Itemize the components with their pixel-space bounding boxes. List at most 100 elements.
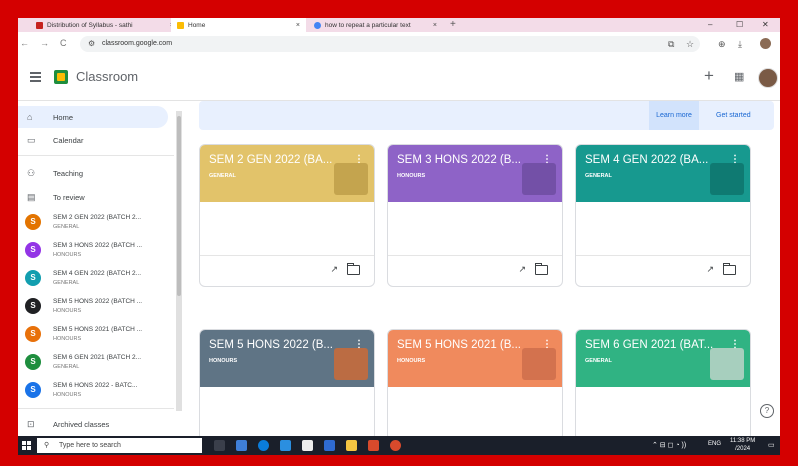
classroom-tab-icon bbox=[177, 21, 184, 29]
class-card[interactable]: SEM 6 GEN 2021 (BAT... GENERAL ⋮ bbox=[575, 329, 751, 441]
class-theme-illustration bbox=[334, 163, 368, 195]
class-avatar: S bbox=[25, 382, 41, 398]
get-started-link[interactable]: Get started bbox=[716, 101, 751, 130]
mail-icon[interactable] bbox=[324, 440, 335, 451]
sidebar-class-item[interactable]: S SEM 6 GEN 2021 (BATCH 2... GENERAL bbox=[18, 350, 176, 378]
app-icon[interactable] bbox=[368, 440, 379, 451]
store-icon[interactable] bbox=[302, 440, 313, 451]
class-card-header[interactable]: SEM 5 HONS 2021 (B... HONOURS ⋮ bbox=[388, 330, 562, 387]
tray-icons[interactable]: ⌃ ⊟ ◻ ◔ )) bbox=[652, 441, 686, 449]
class-avatar: S bbox=[25, 214, 41, 230]
app-title[interactable]: Classroom bbox=[76, 69, 138, 84]
class-theme-illustration bbox=[522, 163, 556, 195]
search-icon: ⚲ bbox=[44, 442, 50, 449]
sidebar-class-item[interactable]: S SEM 4 GEN 2022 (BATCH 2... GENERAL bbox=[18, 266, 176, 294]
forward-icon[interactable]: → bbox=[40, 38, 49, 48]
app-icon[interactable] bbox=[280, 440, 291, 451]
google-apps-icon[interactable]: ▦ bbox=[734, 70, 744, 83]
close-tab-icon[interactable]: × bbox=[296, 22, 300, 29]
extensions-icon[interactable]: ⊕ bbox=[718, 39, 726, 50]
class-card[interactable]: SEM 3 HONS 2022 (B... HONOURS ⋮ ↗ bbox=[387, 144, 563, 287]
browser-profile-avatar[interactable] bbox=[760, 38, 771, 49]
tab-distribution-syllabus[interactable]: Distribution of Syllabus - sathi × bbox=[30, 18, 180, 32]
folder-icon[interactable] bbox=[535, 263, 548, 275]
class-avatar: S bbox=[25, 354, 41, 370]
class-theme-illustration bbox=[334, 348, 368, 380]
class-card-header[interactable]: SEM 3 HONS 2022 (B... HONOURS ⋮ bbox=[388, 145, 562, 202]
task-view-icon[interactable] bbox=[214, 440, 225, 451]
learn-more-link[interactable]: Learn more bbox=[649, 101, 699, 130]
url-input[interactable]: ⚙ classroom.google.com bbox=[80, 36, 700, 52]
maximize-button[interactable]: ☐ bbox=[736, 18, 743, 32]
class-theme-illustration bbox=[522, 348, 556, 380]
folder-icon[interactable] bbox=[723, 263, 736, 275]
close-window-button[interactable]: ✕ bbox=[762, 18, 769, 32]
trending-up-icon[interactable]: ↗ bbox=[330, 264, 338, 275]
classroom-logo-icon bbox=[54, 70, 68, 84]
teaching-icon: ⚇ bbox=[27, 168, 36, 178]
back-icon[interactable]: ← bbox=[20, 38, 29, 48]
main-menu-icon[interactable] bbox=[30, 72, 41, 84]
folder-icon[interactable] bbox=[347, 263, 360, 275]
close-tab-icon[interactable]: × bbox=[433, 22, 437, 29]
class-card[interactable]: SEM 5 HONS 2022 (B... HONOURS ⋮ bbox=[199, 329, 375, 441]
account-avatar[interactable] bbox=[758, 68, 778, 88]
archive-icon: ⊡ bbox=[27, 419, 35, 429]
windows-start-icon[interactable] bbox=[22, 441, 31, 450]
trending-up-icon[interactable]: ↗ bbox=[518, 264, 526, 275]
notifications-icon[interactable]: ▭ bbox=[768, 441, 775, 449]
class-avatar: S bbox=[25, 298, 41, 314]
info-banner: Learn more Get started bbox=[199, 101, 774, 130]
sidebar-class-item[interactable]: S SEM 5 HONS 2021 (BATCH ... HONOURS bbox=[18, 322, 176, 350]
edge-icon[interactable] bbox=[236, 440, 247, 451]
class-card-header[interactable]: SEM 2 GEN 2022 (BA... GENERAL ⋮ bbox=[200, 145, 374, 202]
class-card-header[interactable]: SEM 6 GEN 2021 (BAT... GENERAL ⋮ bbox=[576, 330, 750, 387]
sidebar-item-teaching[interactable]: ⚇ Teaching bbox=[18, 162, 168, 184]
class-card-footer: ↗ bbox=[576, 255, 750, 286]
sidebar-item-calendar[interactable]: ▭ Calendar bbox=[18, 129, 168, 151]
create-join-class-button[interactable]: + bbox=[704, 66, 714, 86]
chrome-active-icon[interactable] bbox=[390, 440, 401, 451]
sidebar-item-archived[interactable]: ⊡ Archived classes bbox=[18, 413, 168, 435]
address-bar: ← → C ⚙ classroom.google.com ⧉ ☆ ⊕ ⤓ bbox=[18, 32, 780, 57]
class-avatar: S bbox=[25, 326, 41, 342]
taskbar-search-input[interactable]: ⚲ Type here to search bbox=[37, 438, 202, 453]
sidebar-item-to-review[interactable]: ▤ To review bbox=[18, 186, 168, 208]
site-info-icon[interactable]: ⚙ bbox=[88, 36, 95, 52]
class-card-footer: ↗ bbox=[200, 255, 374, 286]
class-card-header[interactable]: SEM 5 HONS 2022 (B... HONOURS ⋮ bbox=[200, 330, 374, 387]
class-card[interactable]: SEM 2 GEN 2022 (BA... GENERAL ⋮ ↗ bbox=[199, 144, 375, 287]
new-tab-button[interactable]: + bbox=[450, 18, 456, 32]
download-icon[interactable]: ⤓ bbox=[738, 39, 742, 50]
minimize-button[interactable]: – bbox=[708, 18, 712, 32]
language-indicator[interactable]: ENG bbox=[708, 441, 721, 447]
tab-home[interactable]: Home × bbox=[171, 18, 306, 32]
gmail-icon bbox=[36, 21, 43, 29]
class-card[interactable]: SEM 5 HONS 2021 (B... HONOURS ⋮ bbox=[387, 329, 563, 441]
class-card-header[interactable]: SEM 4 GEN 2022 (BA... GENERAL ⋮ bbox=[576, 145, 750, 202]
reload-icon[interactable]: C bbox=[60, 38, 67, 48]
sidebar-class-item[interactable]: S SEM 3 HONS 2022 (BATCH ... HONOURS bbox=[18, 238, 176, 266]
tab-google-search[interactable]: how to repeat a particular text × bbox=[308, 18, 443, 32]
sidebar-class-item[interactable]: S SEM 5 HONS 2022 (BATCH ... HONOURS bbox=[18, 294, 176, 322]
class-avatar: S bbox=[25, 270, 41, 286]
class-card[interactable]: SEM 4 GEN 2022 (BA... GENERAL ⋮ ↗ bbox=[575, 144, 751, 287]
help-icon[interactable]: ? bbox=[760, 404, 774, 418]
bookmark-star-icon[interactable]: ☆ bbox=[686, 39, 694, 50]
chrome-icon[interactable] bbox=[258, 440, 269, 451]
file-explorer-icon[interactable] bbox=[346, 440, 357, 451]
url-text: classroom.google.com bbox=[102, 40, 173, 47]
windows-taskbar: ⚲ Type here to search ⌃ ⊟ ◻ ◔ )) ENG 11:… bbox=[18, 436, 780, 455]
sidebar-scrollbar[interactable] bbox=[176, 111, 182, 411]
install-app-icon[interactable]: ⧉ bbox=[668, 39, 674, 50]
sidebar-item-home[interactable]: ⌂ Home bbox=[18, 106, 168, 128]
divider bbox=[18, 155, 174, 156]
class-theme-illustration bbox=[710, 163, 744, 195]
sidebar-class-item[interactable]: S SEM 2 GEN 2022 (BATCH 2... GENERAL bbox=[18, 210, 176, 238]
trending-up-icon[interactable]: ↗ bbox=[706, 264, 714, 275]
google-icon bbox=[314, 21, 321, 29]
sidebar: ⌂ Home ▭ Calendar ⚇ Teaching ▤ To review… bbox=[18, 101, 178, 436]
app-header: Classroom + ▦ bbox=[18, 56, 780, 101]
sidebar-class-item[interactable]: S SEM 6 HONS 2022 - BATC... HONOURS bbox=[18, 378, 176, 406]
taskbar-clock[interactable]: 11:38 PM /2024 bbox=[730, 437, 755, 453]
